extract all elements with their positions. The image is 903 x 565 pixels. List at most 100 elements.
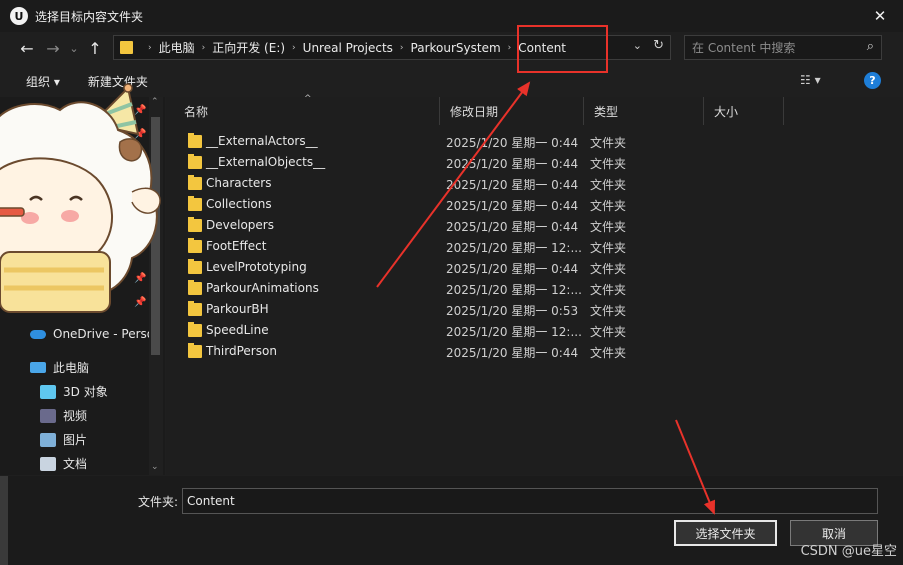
file-name: FootEffect	[206, 239, 267, 253]
file-row[interactable]: ParkourBH 2025/1/20 星期一 0:53 文件夹	[166, 299, 903, 320]
file-type: 文件夹	[590, 199, 627, 213]
file-type: 文件夹	[590, 304, 627, 318]
folder-icon	[188, 196, 202, 211]
file-name: LevelPrototyping	[206, 260, 307, 274]
folder-icon	[188, 343, 202, 358]
sidebar-item-videos[interactable]: 视频	[40, 407, 87, 424]
column-header-type[interactable]: 类型	[584, 97, 704, 125]
csdn-watermark: CSDN @ue星空	[800, 544, 897, 559]
breadcrumb-separator: ›	[201, 42, 206, 53]
close-button[interactable]: ✕	[857, 0, 903, 32]
file-row[interactable]: Collections 2025/1/20 星期一 0:44 文件夹	[166, 194, 903, 215]
sidebar-item-3d-objects[interactable]: 3D 对象	[40, 383, 108, 400]
folder-name-label: 文件夹:	[138, 495, 179, 509]
column-header-label: 类型	[594, 104, 619, 119]
file-name: __ExternalActors__	[206, 134, 318, 148]
sidebar-item-label: 3D 对象	[63, 385, 108, 399]
sidebar-item-label: 文档	[63, 457, 88, 471]
file-type: 文件夹	[590, 283, 627, 297]
cloud-icon	[30, 329, 46, 339]
file-name: Collections	[206, 197, 272, 211]
breadcrumb-this-pc[interactable]: 此电脑	[159, 39, 195, 56]
sidebar-item-label: 视频	[63, 409, 88, 423]
search-icon: ⌕	[866, 39, 874, 54]
file-date: 2025/1/20 星期一 0:44	[446, 136, 579, 150]
column-header-date[interactable]: 修改日期	[440, 97, 584, 125]
file-date: 2025/1/20 星期一 12:...	[446, 325, 582, 339]
sidebar-item-documents[interactable]: 文档	[40, 455, 87, 472]
column-header-size[interactable]: 大小	[704, 97, 784, 125]
file-row[interactable]: ThirdPerson 2025/1/20 星期一 0:44 文件夹	[166, 341, 903, 362]
video-icon	[40, 408, 56, 423]
breadcrumb-separator: ›	[148, 42, 152, 53]
breadcrumb-separator: ›	[507, 42, 512, 53]
file-type: 文件夹	[590, 178, 627, 192]
sidebar-item-pictures[interactable]: 图片	[40, 431, 87, 448]
file-date: 2025/1/20 星期一 0:53	[446, 304, 579, 318]
forward-button[interactable]: →	[40, 35, 66, 61]
recent-locations-chevron-icon[interactable]: ⌄	[66, 35, 82, 61]
file-date: 2025/1/20 星期一 0:44	[446, 157, 579, 171]
file-type: 文件夹	[590, 262, 627, 276]
back-button[interactable]: ←	[14, 35, 40, 61]
window-title: 选择目标内容文件夹	[35, 9, 144, 24]
file-row[interactable]: ParkourAnimations 2025/1/20 星期一 12:... 文…	[166, 278, 903, 299]
file-date: 2025/1/20 星期一 12:...	[446, 283, 582, 297]
file-row[interactable]: Developers 2025/1/20 星期一 0:44 文件夹	[166, 215, 903, 236]
file-type: 文件夹	[590, 241, 627, 255]
refresh-icon[interactable]: ↻	[653, 38, 664, 53]
file-name: SpeedLine	[206, 323, 269, 337]
scroll-down-icon[interactable]: ⌄	[151, 462, 159, 472]
background-window-edge	[0, 476, 8, 565]
column-header-name[interactable]: 名称	[174, 97, 440, 125]
cube-icon	[40, 384, 56, 399]
file-row[interactable]: __ExternalObjects__ 2025/1/20 星期一 0:44 文…	[166, 152, 903, 173]
sidebar-item-onedrive[interactable]: OneDrive - Perso	[30, 327, 154, 341]
navigation-bar: ← → ⌄ ↑ › 此电脑 › 正向开发 (E:) › Unreal Proje…	[0, 32, 903, 64]
breadcrumb-separator: ›	[399, 42, 404, 53]
sidebar-item-this-pc[interactable]: 此电脑	[30, 359, 89, 376]
file-date: 2025/1/20 星期一 0:44	[446, 262, 579, 276]
help-icon[interactable]: ?	[864, 72, 881, 89]
view-options-icon[interactable]: ☷ ▾	[800, 73, 821, 87]
annotation-highlight-box	[517, 25, 608, 73]
sidebar-item-label: OneDrive - Perso	[53, 327, 155, 341]
file-row[interactable]: FootEffect 2025/1/20 星期一 12:... 文件夹	[166, 236, 903, 257]
breadcrumb-unreal-projects[interactable]: Unreal Projects	[303, 41, 393, 55]
file-type: 文件夹	[590, 157, 627, 171]
sidebar-item-label: 图片	[63, 433, 88, 447]
unreal-logo-icon: U	[10, 7, 28, 25]
document-icon	[40, 456, 56, 471]
file-type: 文件夹	[590, 220, 627, 234]
address-history-chevron-icon[interactable]: ⌄	[633, 39, 642, 52]
file-date: 2025/1/20 星期一 12:...	[446, 241, 582, 255]
file-date: 2025/1/20 星期一 0:44	[446, 199, 579, 213]
folder-icon	[188, 301, 202, 316]
folder-name-field[interactable]: Content	[182, 488, 878, 514]
column-header-label: 修改日期	[450, 104, 499, 119]
search-input[interactable]: 在 Content 中搜索 ⌕	[684, 35, 882, 60]
up-button[interactable]: ↑	[82, 35, 108, 61]
folder-icon	[188, 280, 202, 295]
sidebar-item-label: 此电脑	[53, 361, 90, 375]
folder-icon	[188, 217, 202, 232]
sheep-mascot-sticker	[0, 83, 161, 313]
file-row[interactable]: LevelPrototyping 2025/1/20 星期一 0:44 文件夹	[166, 257, 903, 278]
file-type: 文件夹	[590, 325, 627, 339]
breadcrumb-separator: ›	[292, 42, 296, 53]
file-date: 2025/1/20 星期一 0:44	[446, 178, 579, 192]
file-row[interactable]: SpeedLine 2025/1/20 星期一 12:... 文件夹	[166, 320, 903, 341]
file-row[interactable]: __ExternalActors__ 2025/1/20 星期一 0:44 文件…	[166, 131, 903, 152]
select-folder-button[interactable]: 选择文件夹	[674, 520, 777, 546]
breadcrumb-drive[interactable]: 正向开发 (E:)	[212, 39, 285, 56]
breadcrumb-parkour-system[interactable]: ParkourSystem	[411, 41, 501, 55]
folder-icon	[188, 238, 202, 253]
file-name: ParkourBH	[206, 302, 269, 316]
file-name: __ExternalObjects__	[206, 155, 326, 169]
file-row[interactable]: Characters 2025/1/20 星期一 0:44 文件夹	[166, 173, 903, 194]
computer-icon	[30, 362, 46, 373]
file-date: 2025/1/20 星期一 0:44	[446, 346, 579, 360]
folder-icon	[188, 175, 202, 190]
file-name: Characters	[206, 176, 272, 190]
folder-icon	[120, 41, 133, 54]
